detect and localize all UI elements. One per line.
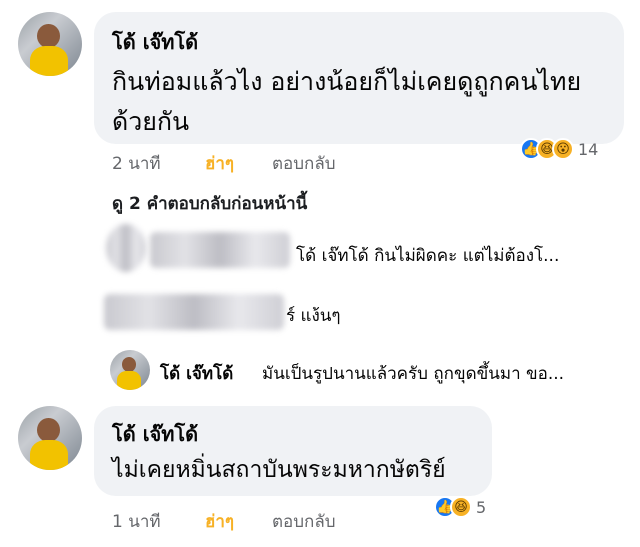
haha-reaction-link[interactable]: ฮ่าๆ (205, 150, 234, 177)
reply-author[interactable]: โด้ เจ๊ทโด้ (160, 360, 233, 387)
reply-link[interactable]: ตอบกลับ (272, 508, 336, 535)
reply-text: ร์ แง้นๆ (286, 306, 341, 326)
reaction-summary[interactable]: 👍 😆 5 (434, 496, 486, 518)
avatar[interactable] (110, 350, 150, 390)
wow-icon: 😮 (552, 138, 574, 160)
blurred-name (150, 232, 290, 268)
comment-text: ด้วยกัน (112, 107, 190, 136)
comment-text: กินท่อมแล้วไง อย่างน้อยก็ไม่เคยดูถูกคนไท… (112, 67, 582, 96)
comment-time[interactable]: 1 นาที (112, 508, 161, 535)
reply-text: มันเป็นรูปนานแล้วครับ ถูกขุดขึ้นมา ขอ... (262, 364, 565, 384)
comment-author[interactable]: โด้ เจ๊ทโด้ (112, 26, 198, 58)
reply-text: โด้ เจ๊ทโด้ กินไม่ผิดคะ แต่ไม่ต้องโ... (296, 246, 560, 266)
haha-icon: 😆 (450, 496, 472, 518)
comment-bubble: โด้ เจ๊ทโด้ กินท่อมแล้วไง อย่างน้อยก็ไม่… (94, 12, 624, 144)
reaction-count: 14 (578, 139, 599, 159)
comment-time[interactable]: 2 นาที (112, 150, 161, 177)
comment-bubble: โด้ เจ๊ทโด้ ไม่เคยหมิ่นสถาบันพระมหากษัตร… (94, 406, 492, 496)
avatar[interactable] (18, 12, 82, 76)
reaction-summary[interactable]: 👍 😆 😮 14 (520, 138, 598, 160)
blurred-name (104, 294, 284, 330)
comment-text: ไม่เคยหมิ่นสถาบันพระมหากษัตริย์ (112, 457, 446, 483)
avatar[interactable] (18, 406, 82, 470)
view-previous-replies[interactable]: ดู 2 คำตอบกลับก่อนหน้านี้ (112, 190, 307, 217)
reply-link[interactable]: ตอบกลับ (272, 150, 336, 177)
haha-reaction-link[interactable]: ฮ่าๆ (205, 508, 234, 535)
reaction-count: 5 (476, 497, 487, 517)
blurred-avatar (106, 224, 146, 272)
comment-author[interactable]: โด้ เจ๊ทโด้ (112, 418, 198, 450)
